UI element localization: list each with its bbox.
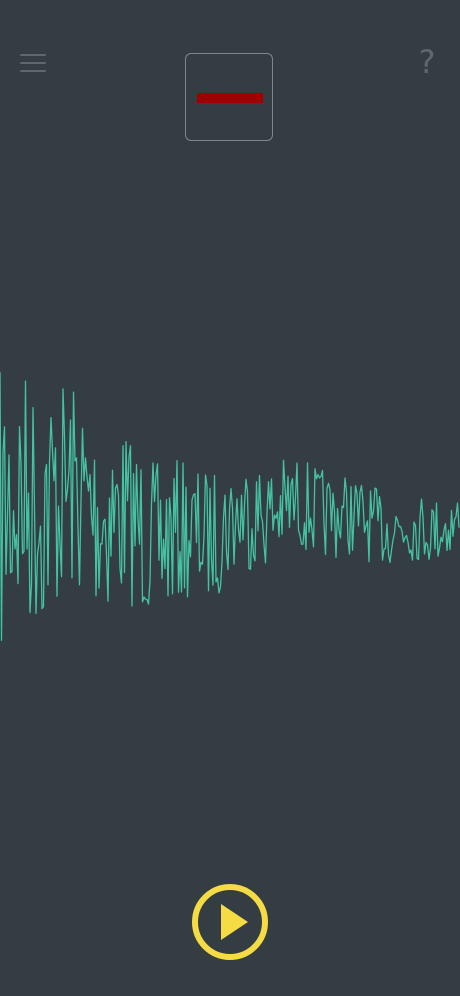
play-icon (192, 884, 268, 960)
help-button[interactable]: ? (410, 42, 444, 82)
play-button[interactable] (190, 882, 270, 962)
waveform-trace (0, 372, 460, 642)
waveform-display (0, 372, 460, 642)
app-screen: ? (0, 0, 460, 996)
menu-button[interactable] (18, 50, 50, 76)
status-indicator-button[interactable] (185, 53, 273, 141)
dash-icon (197, 93, 263, 103)
